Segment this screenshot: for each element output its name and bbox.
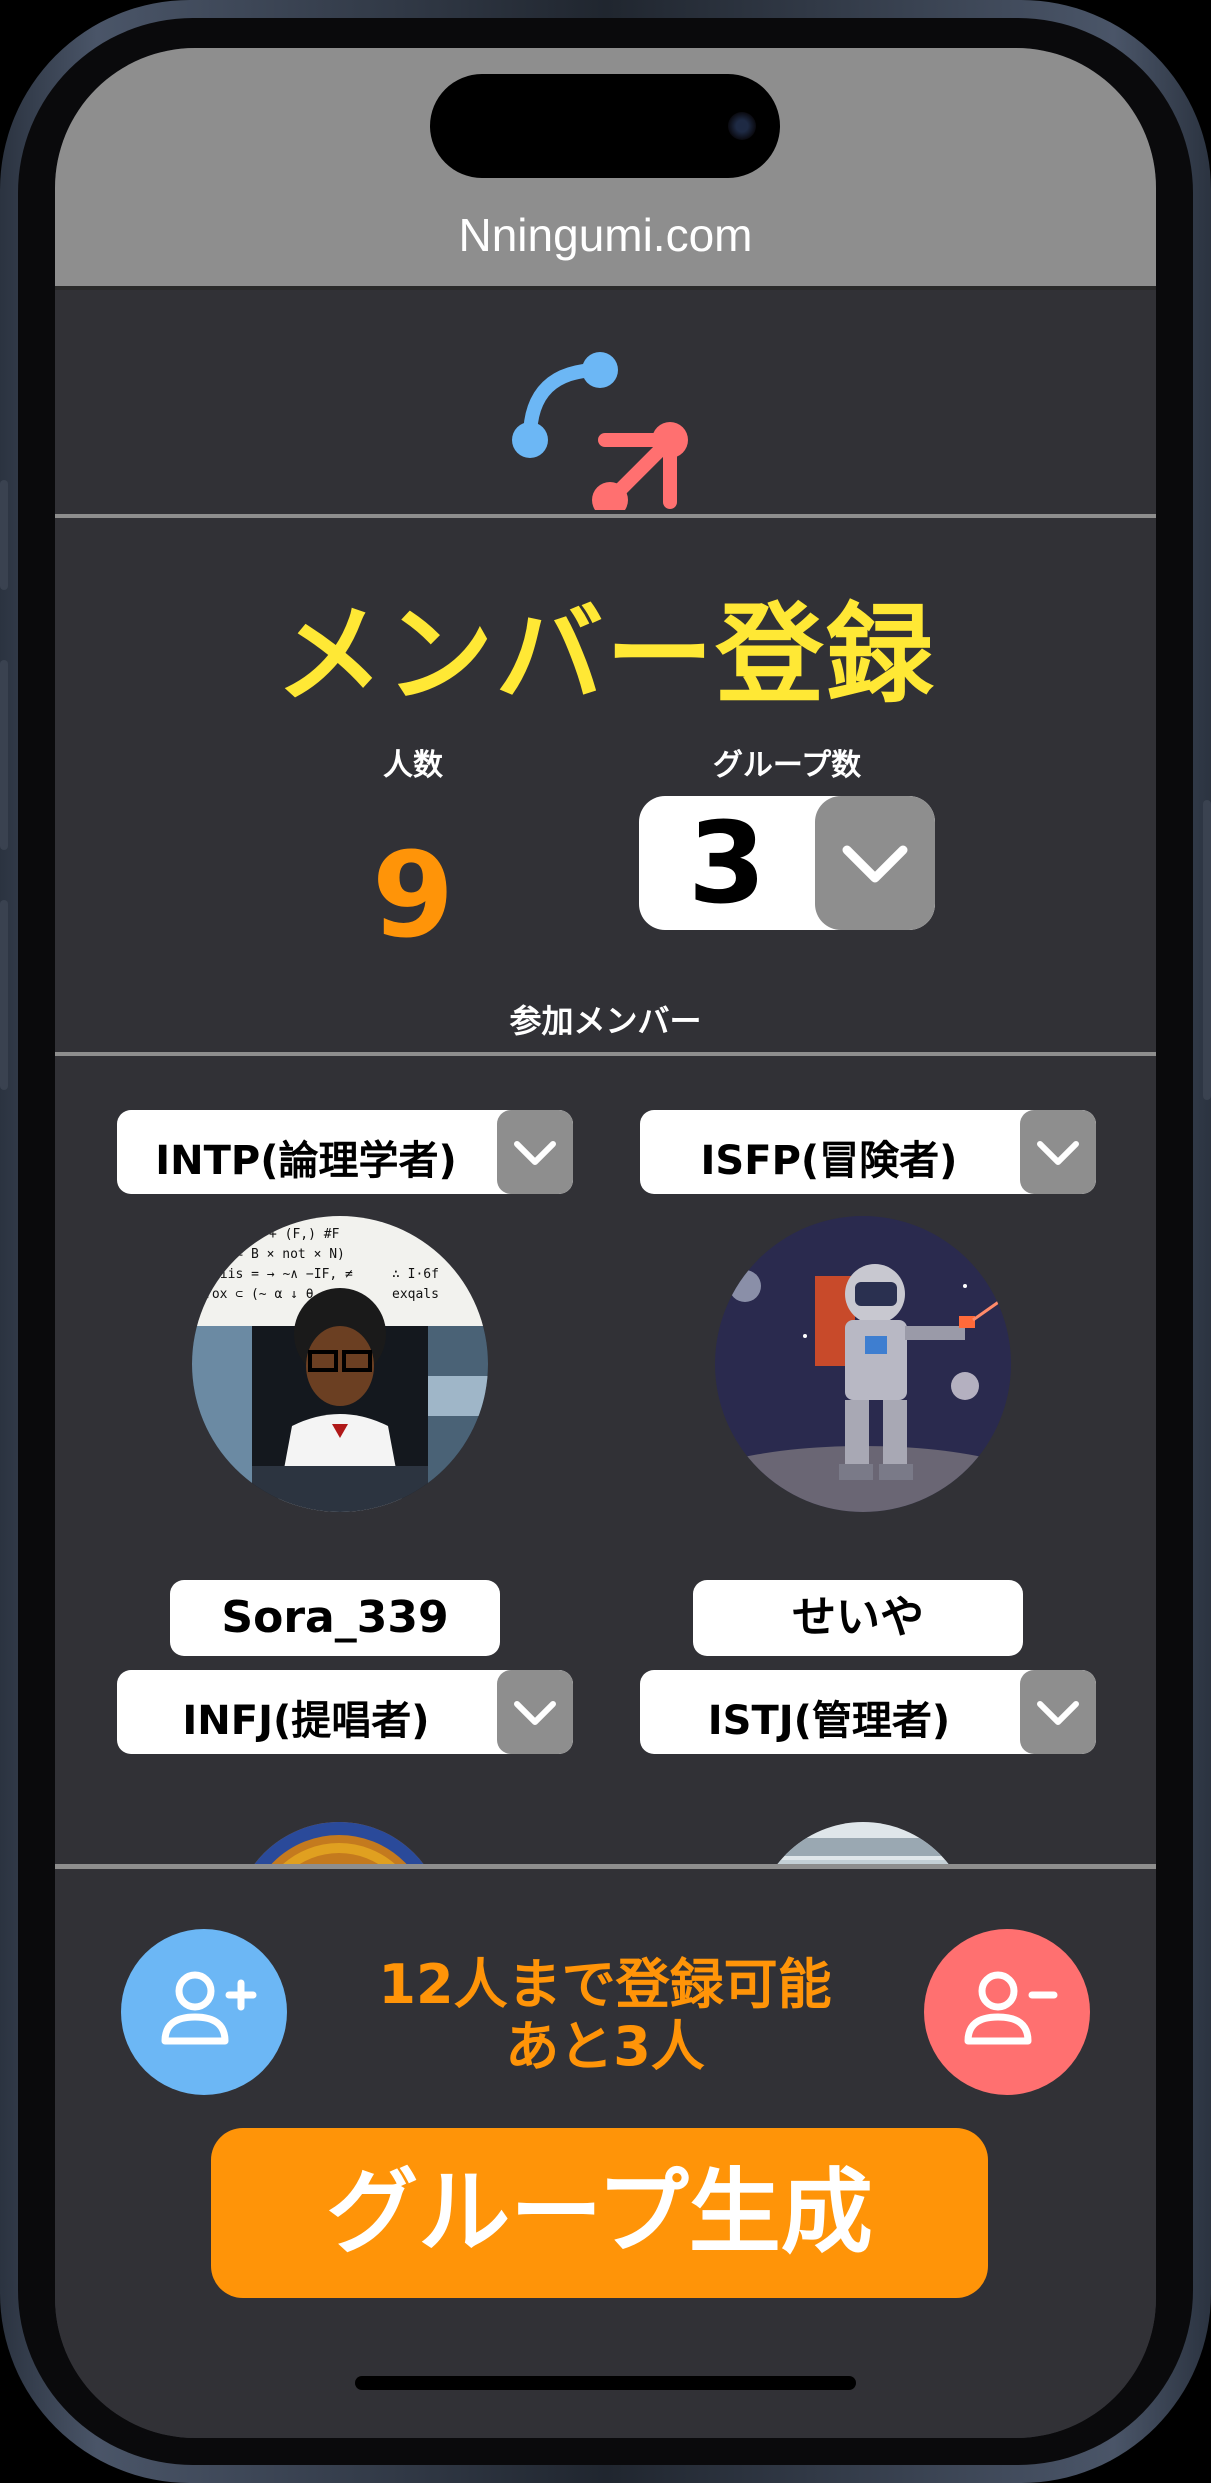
chevron-down-icon bbox=[1037, 1701, 1079, 1725]
personality-dropdown-button[interactable] bbox=[497, 1110, 573, 1194]
personality-value: INTP(論理学者) bbox=[155, 1138, 457, 1184]
group-count-dropdown-button[interactable] bbox=[815, 796, 935, 930]
svg-text:fox ⊂ (~ α ↓ θ: fox ⊂ (~ α ↓ θ bbox=[204, 1287, 314, 1302]
site-name[interactable]: Nningumi.com bbox=[55, 208, 1156, 262]
personality-select[interactable]: ISTJ(管理者) bbox=[640, 1670, 1096, 1754]
dynamic-island bbox=[430, 74, 780, 178]
chevron-down-icon bbox=[842, 845, 908, 883]
computer-avatar[interactable] bbox=[755, 1822, 971, 1864]
add-member-button[interactable] bbox=[121, 1929, 287, 2095]
limit-line1: 12人まで登録可能 bbox=[378, 1953, 832, 2016]
svg-text:∑ and + (F,) #F: ∑ and + (F,) #F bbox=[222, 1227, 340, 1242]
personality-dropdown-button[interactable] bbox=[1020, 1670, 1096, 1754]
personality-select[interactable]: INFJ(提唱者) bbox=[117, 1670, 573, 1754]
astronaut-avatar[interactable] bbox=[715, 1216, 1011, 1512]
svg-text:∴ I·6f: ∴ I·6f bbox=[392, 1267, 439, 1282]
page-title: メンバー登録 bbox=[275, 593, 936, 718]
side-button bbox=[1203, 800, 1211, 1100]
header-bar: Nningumi.com bbox=[55, 48, 1156, 290]
side-button bbox=[0, 660, 8, 850]
svg-text:xiis = → ~∧ −IF, ≠: xiis = → ~∧ −IF, ≠ bbox=[212, 1267, 353, 1282]
logo[interactable] bbox=[55, 290, 1156, 518]
personality-value: ISFP(冒険者) bbox=[700, 1138, 958, 1184]
divider bbox=[55, 514, 1156, 518]
personality-dropdown-button[interactable] bbox=[1020, 1110, 1096, 1194]
side-button bbox=[0, 900, 8, 1090]
chevron-down-icon bbox=[1037, 1141, 1079, 1165]
members-section-label: 参加メンバー bbox=[509, 1002, 702, 1040]
add-user-icon bbox=[161, 1971, 257, 2045]
member-count: 9 bbox=[371, 826, 455, 964]
thinker-avatar-image: ∑ and + (F,) #F or+ ≠ B × not × N) xiis … bbox=[192, 1216, 488, 1512]
remove-user-icon bbox=[964, 1971, 1058, 2045]
svg-text:exqals: exqals bbox=[392, 1287, 439, 1302]
generate-groups-button[interactable]: グループ生成 bbox=[211, 2128, 988, 2298]
home-indicator[interactable] bbox=[355, 2376, 856, 2390]
remove-member-button[interactable] bbox=[924, 1929, 1090, 2095]
member-name[interactable]: せいや bbox=[693, 1580, 1023, 1656]
group-count-value: 3 bbox=[688, 799, 766, 929]
member-list[interactable]: INTP(論理学者) ∑ and + (F,) #F or+ ≠ B × not… bbox=[55, 1058, 1156, 1864]
group-count-select[interactable]: 3 bbox=[639, 796, 935, 930]
logo-icon bbox=[512, 352, 688, 518]
member-name[interactable]: Sora_339 bbox=[170, 1580, 500, 1656]
stained-glass-avatar[interactable] bbox=[233, 1822, 445, 1864]
divider bbox=[55, 1052, 1156, 1056]
personality-select[interactable]: INTP(論理学者) bbox=[117, 1110, 573, 1194]
count-label: 人数 bbox=[383, 748, 443, 783]
chevron-down-icon bbox=[514, 1141, 556, 1165]
thinker-avatar[interactable]: ∑ and + (F,) #F or+ ≠ B × not × N) xiis … bbox=[192, 1216, 488, 1512]
side-button bbox=[0, 480, 8, 590]
group-count-label: グループ数 bbox=[712, 748, 862, 783]
stained-glass-avatar-image bbox=[233, 1822, 445, 1864]
svg-text:or+ ≠ B × not × N): or+ ≠ B × not × N) bbox=[204, 1247, 345, 1262]
chevron-down-icon bbox=[514, 1701, 556, 1725]
app-screen: Nningumi.com メンバー登録 人数 9 グループ数 3 参加メンバー … bbox=[55, 48, 1156, 2438]
computer-avatar-image bbox=[755, 1822, 971, 1864]
limit-line2: あと3人 bbox=[505, 2015, 705, 2078]
camera-icon bbox=[728, 112, 756, 140]
personality-select[interactable]: ISFP(冒険者) bbox=[640, 1110, 1096, 1194]
personality-value: ISTJ(管理者) bbox=[707, 1698, 951, 1744]
personality-dropdown-button[interactable] bbox=[497, 1670, 573, 1754]
astronaut-avatar-image bbox=[715, 1216, 1011, 1512]
personality-value: INFJ(提唱者) bbox=[182, 1698, 430, 1744]
